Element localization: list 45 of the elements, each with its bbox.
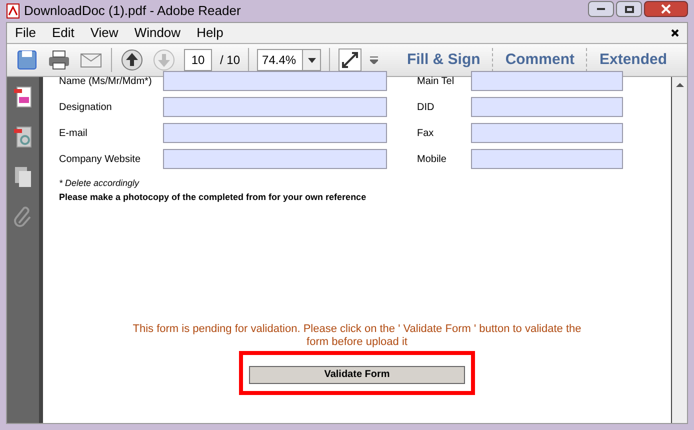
printer-icon[interactable] (47, 48, 71, 72)
caret-icon[interactable] (370, 56, 378, 64)
input-field[interactable] (471, 149, 623, 169)
field-label: Main Tel (417, 74, 456, 88)
input-field[interactable] (471, 123, 623, 143)
menu-item[interactable]: View (90, 23, 118, 43)
save-icon[interactable] (15, 48, 39, 72)
menu-item[interactable]: Help (196, 23, 224, 43)
menu-item[interactable]: File (15, 23, 36, 43)
field-label: E-mail (59, 126, 88, 140)
panel-button[interactable]: Comment (493, 48, 586, 72)
expand-icon[interactable] (338, 48, 362, 72)
page-total: / 10 (220, 52, 240, 69)
validation-message: This form is pending for validation. Please click on the ' Validate Form ' button to validate the form before upload it (132, 323, 582, 349)
close-button[interactable] (644, 1, 688, 17)
input-field[interactable] (163, 149, 387, 169)
maximize-button[interactable] (616, 1, 642, 17)
field-label: DID (417, 100, 436, 114)
field-label: Designation (59, 100, 113, 114)
pdf-icon (6, 3, 20, 19)
close-icon[interactable] (671, 29, 679, 37)
menu-item[interactable]: Edit (52, 23, 74, 43)
scroll-up-icon[interactable] (676, 81, 684, 89)
input-field[interactable] (163, 97, 387, 117)
field-label: Mobile (417, 152, 448, 166)
panel-button[interactable]: Fill & Sign (394, 48, 492, 72)
menu-item[interactable]: Window (134, 23, 181, 43)
minimize-button[interactable] (588, 1, 614, 17)
zoom-dropdown[interactable]: 74.4% (257, 49, 322, 71)
field-label: Name (Ms/Mr/Mdm*) (59, 74, 153, 88)
input-field[interactable] (163, 123, 387, 143)
footnote: * Delete accordingly (59, 177, 140, 190)
window-title: DownloadDoc (1).pdf - Adobe Reader (24, 2, 241, 20)
field-label: Fax (417, 126, 435, 140)
close-icon (661, 4, 671, 14)
field-label: Company Website (59, 152, 142, 166)
caret-icon (308, 58, 316, 62)
panel-button[interactable]: Extended (587, 48, 679, 72)
input-field[interactable] (471, 71, 623, 91)
scrollbar[interactable] (671, 77, 687, 423)
validate-form-button[interactable]: Validate Form (249, 366, 465, 384)
input-field[interactable] (163, 71, 387, 91)
note: Please make a photocopy of the completed from for your own reference (59, 190, 368, 204)
page-number-field[interactable]: 10 (184, 49, 212, 71)
input-field[interactable] (471, 97, 623, 117)
